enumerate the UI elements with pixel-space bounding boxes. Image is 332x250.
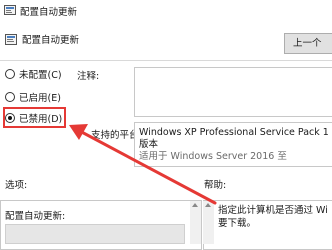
header-divider [0, 60, 332, 61]
comment-textarea[interactable] [134, 67, 332, 117]
scroll-up-icon[interactable] [205, 203, 211, 207]
help-line: 指定此计算机是否通过 Wi [218, 205, 328, 216]
setting-name: 配置自动更新 [22, 35, 80, 46]
platform-line: 版本 [139, 139, 159, 150]
setting-icon [5, 34, 17, 45]
help-scrollbar[interactable] [203, 201, 214, 244]
radio-button[interactable] [5, 69, 15, 79]
radio-label: 已启用(E) [19, 93, 61, 104]
radio-button[interactable] [5, 92, 15, 102]
help-text: 指定此计算机是否通过 Wi 要下载。 [218, 204, 332, 230]
options-scrollbar[interactable] [190, 201, 201, 244]
window-title: 配置自动更新 [20, 7, 78, 18]
radio-enabled[interactable]: 已启用(E) [5, 90, 61, 104]
help-label: 帮助: [204, 180, 227, 191]
platform-line: Windows XP Professional Service Pack 1 或 [139, 127, 332, 138]
radio-not-configured[interactable]: 未配置(C) [5, 67, 62, 81]
options-text: 配置自动更新: [5, 211, 66, 222]
options-label: 选项: [5, 180, 28, 191]
policy-app-icon [4, 4, 16, 16]
previous-setting-button[interactable]: 上一个 [284, 33, 332, 54]
help-line: 要下载。 [218, 218, 257, 229]
radio-label: 未配置(C) [19, 70, 62, 81]
platform-textbox: Windows XP Professional Service Pack 1 或… [134, 122, 332, 167]
platform-line: 适用于 Windows Server 2016 至 [139, 151, 287, 162]
options-dropdown[interactable] [5, 224, 185, 244]
scroll-up-icon[interactable] [192, 203, 198, 207]
comment-label: 注释: [77, 71, 100, 82]
highlight-box [3, 107, 66, 128]
